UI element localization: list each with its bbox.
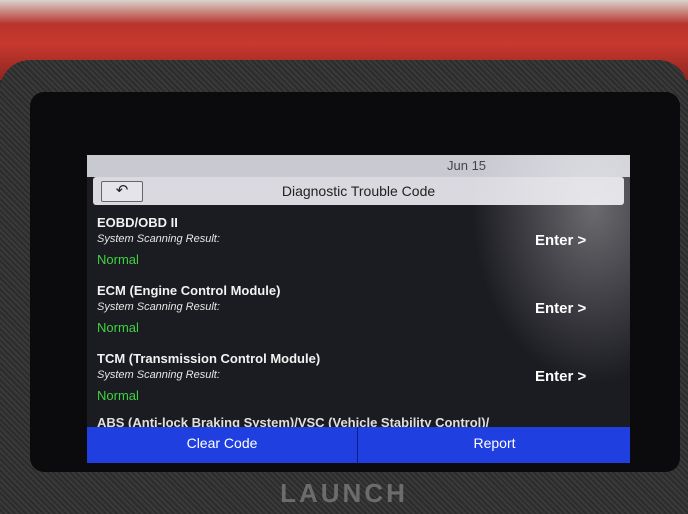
system-subtitle: System Scanning Result:	[97, 369, 220, 381]
system-subtitle: System Scanning Result:	[97, 233, 220, 245]
system-name: EOBD/OBD II	[97, 215, 178, 230]
title-bar: ↶ Diagnostic Trouble Code	[93, 177, 624, 205]
enter-button[interactable]: Enter >	[535, 300, 586, 317]
system-list: EOBD/OBD II System Scanning Result: Norm…	[87, 211, 630, 415]
enter-button[interactable]: Enter >	[535, 232, 586, 249]
system-subtitle: System Scanning Result:	[97, 301, 220, 313]
status-date: Jun 15	[447, 158, 487, 173]
system-status: Normal	[97, 388, 139, 403]
page-title: Diagnostic Trouble Code	[281, 183, 436, 199]
system-name: TCM (Transmission Control Module)	[97, 351, 321, 366]
system-item-tcm[interactable]: TCM (Transmission Control Module) System…	[87, 347, 630, 415]
status-bar: Jun 15	[87, 155, 630, 177]
clear-code-button[interactable]: Clear Code	[87, 427, 358, 463]
report-button[interactable]: Report	[359, 427, 630, 463]
brand-logo: LAUNCH	[280, 478, 408, 508]
system-item-eobd[interactable]: EOBD/OBD II System Scanning Result: Norm…	[87, 211, 630, 279]
device-screen: Jun 15 ↶ Diagnostic Trouble Code EOBD/OB…	[87, 155, 630, 463]
system-item-ecm[interactable]: ECM (Engine Control Module) System Scann…	[87, 279, 630, 347]
system-status: Normal	[97, 252, 139, 267]
system-status: Normal	[97, 320, 139, 335]
enter-button[interactable]: Enter >	[535, 368, 586, 385]
system-name: ECM (Engine Control Module)	[97, 283, 281, 298]
action-bar: Clear Code Report	[87, 427, 630, 463]
